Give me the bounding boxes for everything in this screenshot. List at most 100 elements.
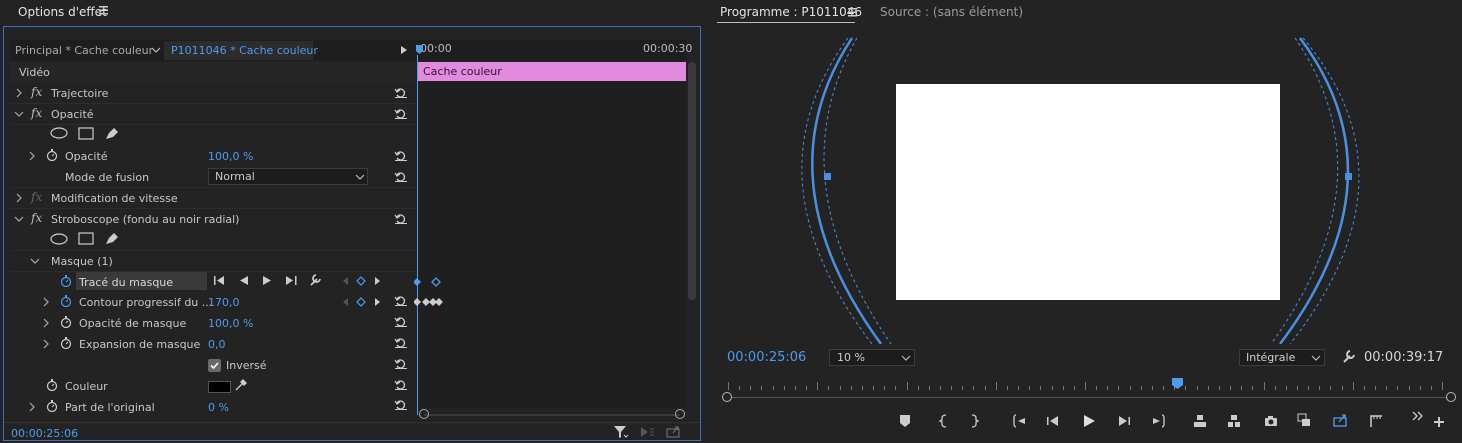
keyframe-area[interactable] <box>418 82 686 408</box>
play-audio-icon[interactable] <box>640 426 656 438</box>
scrub-track[interactable] <box>727 397 1449 398</box>
pen-mask-icon[interactable] <box>104 231 120 246</box>
chevron-right-icon[interactable] <box>27 402 37 412</box>
value-expansion[interactable]: 0,0 <box>208 338 226 351</box>
reset-icon[interactable] <box>394 149 408 161</box>
wrench-icon[interactable] <box>1341 349 1357 365</box>
reset-icon[interactable] <box>394 86 408 98</box>
effect-stroboscope[interactable]: Stroboscope (fondu au noir radial) <box>51 213 239 226</box>
chevron-down-icon[interactable] <box>355 173 365 181</box>
reset-icon[interactable] <box>394 212 408 224</box>
scrub-handle-right[interactable] <box>1446 392 1456 402</box>
effect-trajectoire[interactable]: Trajectoire <box>51 87 108 100</box>
chevron-down-icon[interactable] <box>901 354 911 362</box>
fx-icon[interactable]: fx <box>31 211 42 225</box>
reset-icon[interactable] <box>394 336 408 348</box>
time-ruler[interactable] <box>720 378 1450 390</box>
playhead-timecode[interactable]: 00:00:25:06 <box>727 350 806 365</box>
reset-icon[interactable] <box>394 378 408 390</box>
chevron-down-icon[interactable] <box>1311 354 1321 362</box>
value-contour[interactable]: 170,0 <box>208 296 240 309</box>
timeline-playhead-head[interactable] <box>416 45 424 55</box>
reset-icon[interactable] <box>394 170 408 182</box>
color-swatch[interactable] <box>208 381 231 393</box>
track-backward-icon[interactable] <box>238 275 250 286</box>
tab-program[interactable]: Programme : P1011046 <box>720 5 862 19</box>
eyedropper-icon[interactable] <box>234 378 248 392</box>
chevron-right-icon[interactable] <box>41 318 51 328</box>
prev-keyframe-icon[interactable] <box>342 276 350 286</box>
fx-icon[interactable]: fx <box>31 190 42 204</box>
stopwatch-icon[interactable] <box>60 316 72 328</box>
value-opacite[interactable]: 100,0 % <box>208 150 253 163</box>
scrub-handle-left[interactable] <box>722 392 732 402</box>
stopwatch-icon[interactable] <box>60 337 72 349</box>
add-keyframe-icon[interactable] <box>356 276 366 286</box>
reset-icon[interactable] <box>394 398 408 410</box>
step-back-icon[interactable] <box>1046 414 1060 428</box>
chevron-right-icon[interactable] <box>14 193 24 203</box>
stopwatch-icon[interactable] <box>60 275 72 287</box>
effect-vitesse[interactable]: Modification de vitesse <box>51 192 178 205</box>
vertical-scrollbar[interactable] <box>688 62 696 300</box>
inverse-checkbox[interactable] <box>208 359 221 372</box>
rectangle-mask-icon[interactable] <box>78 232 94 245</box>
export-icon[interactable] <box>666 425 682 438</box>
next-keyframe-icon[interactable] <box>373 276 381 286</box>
filter-icon[interactable] <box>613 425 629 439</box>
reset-icon[interactable] <box>394 315 408 327</box>
chevron-down-icon[interactable] <box>14 214 24 224</box>
reset-icon[interactable] <box>394 357 408 369</box>
fx-icon[interactable]: fx <box>31 106 42 120</box>
mark-in-icon[interactable] <box>937 414 951 428</box>
contour-keyframes[interactable] <box>414 297 446 307</box>
chevron-down-icon[interactable] <box>151 46 161 54</box>
chevron-right-icon[interactable] <box>41 339 51 349</box>
panel-menu-icon[interactable] <box>848 7 858 17</box>
mask-header[interactable]: Masque (1) <box>51 255 113 268</box>
track-forward-icon[interactable] <box>261 275 273 286</box>
fx-icon[interactable]: fx <box>31 85 42 99</box>
chevron-right-icon[interactable] <box>41 297 51 307</box>
chevron-right-icon[interactable] <box>14 88 24 98</box>
expand-timeline-icon[interactable] <box>400 45 408 55</box>
mask-path-keyframes[interactable] <box>414 277 444 287</box>
chevron-down-icon[interactable] <box>14 109 24 119</box>
value-opacite-masque[interactable]: 100,0 % <box>208 317 253 330</box>
camera-icon[interactable] <box>1264 414 1278 428</box>
wrench-icon[interactable] <box>308 273 322 287</box>
chevron-right-icon[interactable] <box>27 151 37 161</box>
panel-menu-icon[interactable] <box>99 5 109 15</box>
step-forward-icon[interactable] <box>1117 414 1131 428</box>
ellipse-mask-icon[interactable] <box>50 127 68 139</box>
zoom-handle-right[interactable] <box>675 409 685 419</box>
add-keyframe-icon[interactable] <box>356 297 366 307</box>
value-part[interactable]: 0 % <box>208 401 229 414</box>
export-frame-icon[interactable] <box>1333 413 1347 427</box>
stopwatch-icon[interactable] <box>46 149 58 161</box>
stopwatch-icon[interactable] <box>46 379 58 391</box>
current-time[interactable]: 00:00:25:06 <box>11 427 78 440</box>
stopwatch-icon[interactable] <box>46 400 58 412</box>
pen-mask-icon[interactable] <box>104 126 120 141</box>
reset-icon[interactable] <box>394 294 408 306</box>
zoom-bar[interactable] <box>424 414 680 416</box>
more-controls-icon[interactable] <box>1411 410 1425 424</box>
stopwatch-icon[interactable] <box>60 295 72 307</box>
prev-keyframe-icon[interactable] <box>342 297 350 307</box>
safe-margins-icon[interactable] <box>1369 414 1383 428</box>
tab-source[interactable]: Source : (sans élément) <box>880 5 1023 19</box>
compare-view-icon[interactable] <box>1297 413 1311 427</box>
track-forward-all-icon[interactable] <box>284 275 298 286</box>
zoom-handle-left[interactable] <box>419 409 429 419</box>
reset-icon[interactable] <box>394 107 408 119</box>
lift-icon[interactable] <box>1193 414 1207 428</box>
track-backward-all-icon[interactable] <box>213 275 227 286</box>
add-button-icon[interactable] <box>1432 415 1446 429</box>
rectangle-mask-icon[interactable] <box>78 127 94 140</box>
ellipse-mask-icon[interactable] <box>50 233 68 245</box>
mark-out-icon[interactable] <box>967 414 981 428</box>
play-icon[interactable] <box>1082 414 1096 428</box>
chevron-down-icon[interactable] <box>30 256 40 266</box>
effect-opacite[interactable]: Opacité <box>51 108 94 121</box>
